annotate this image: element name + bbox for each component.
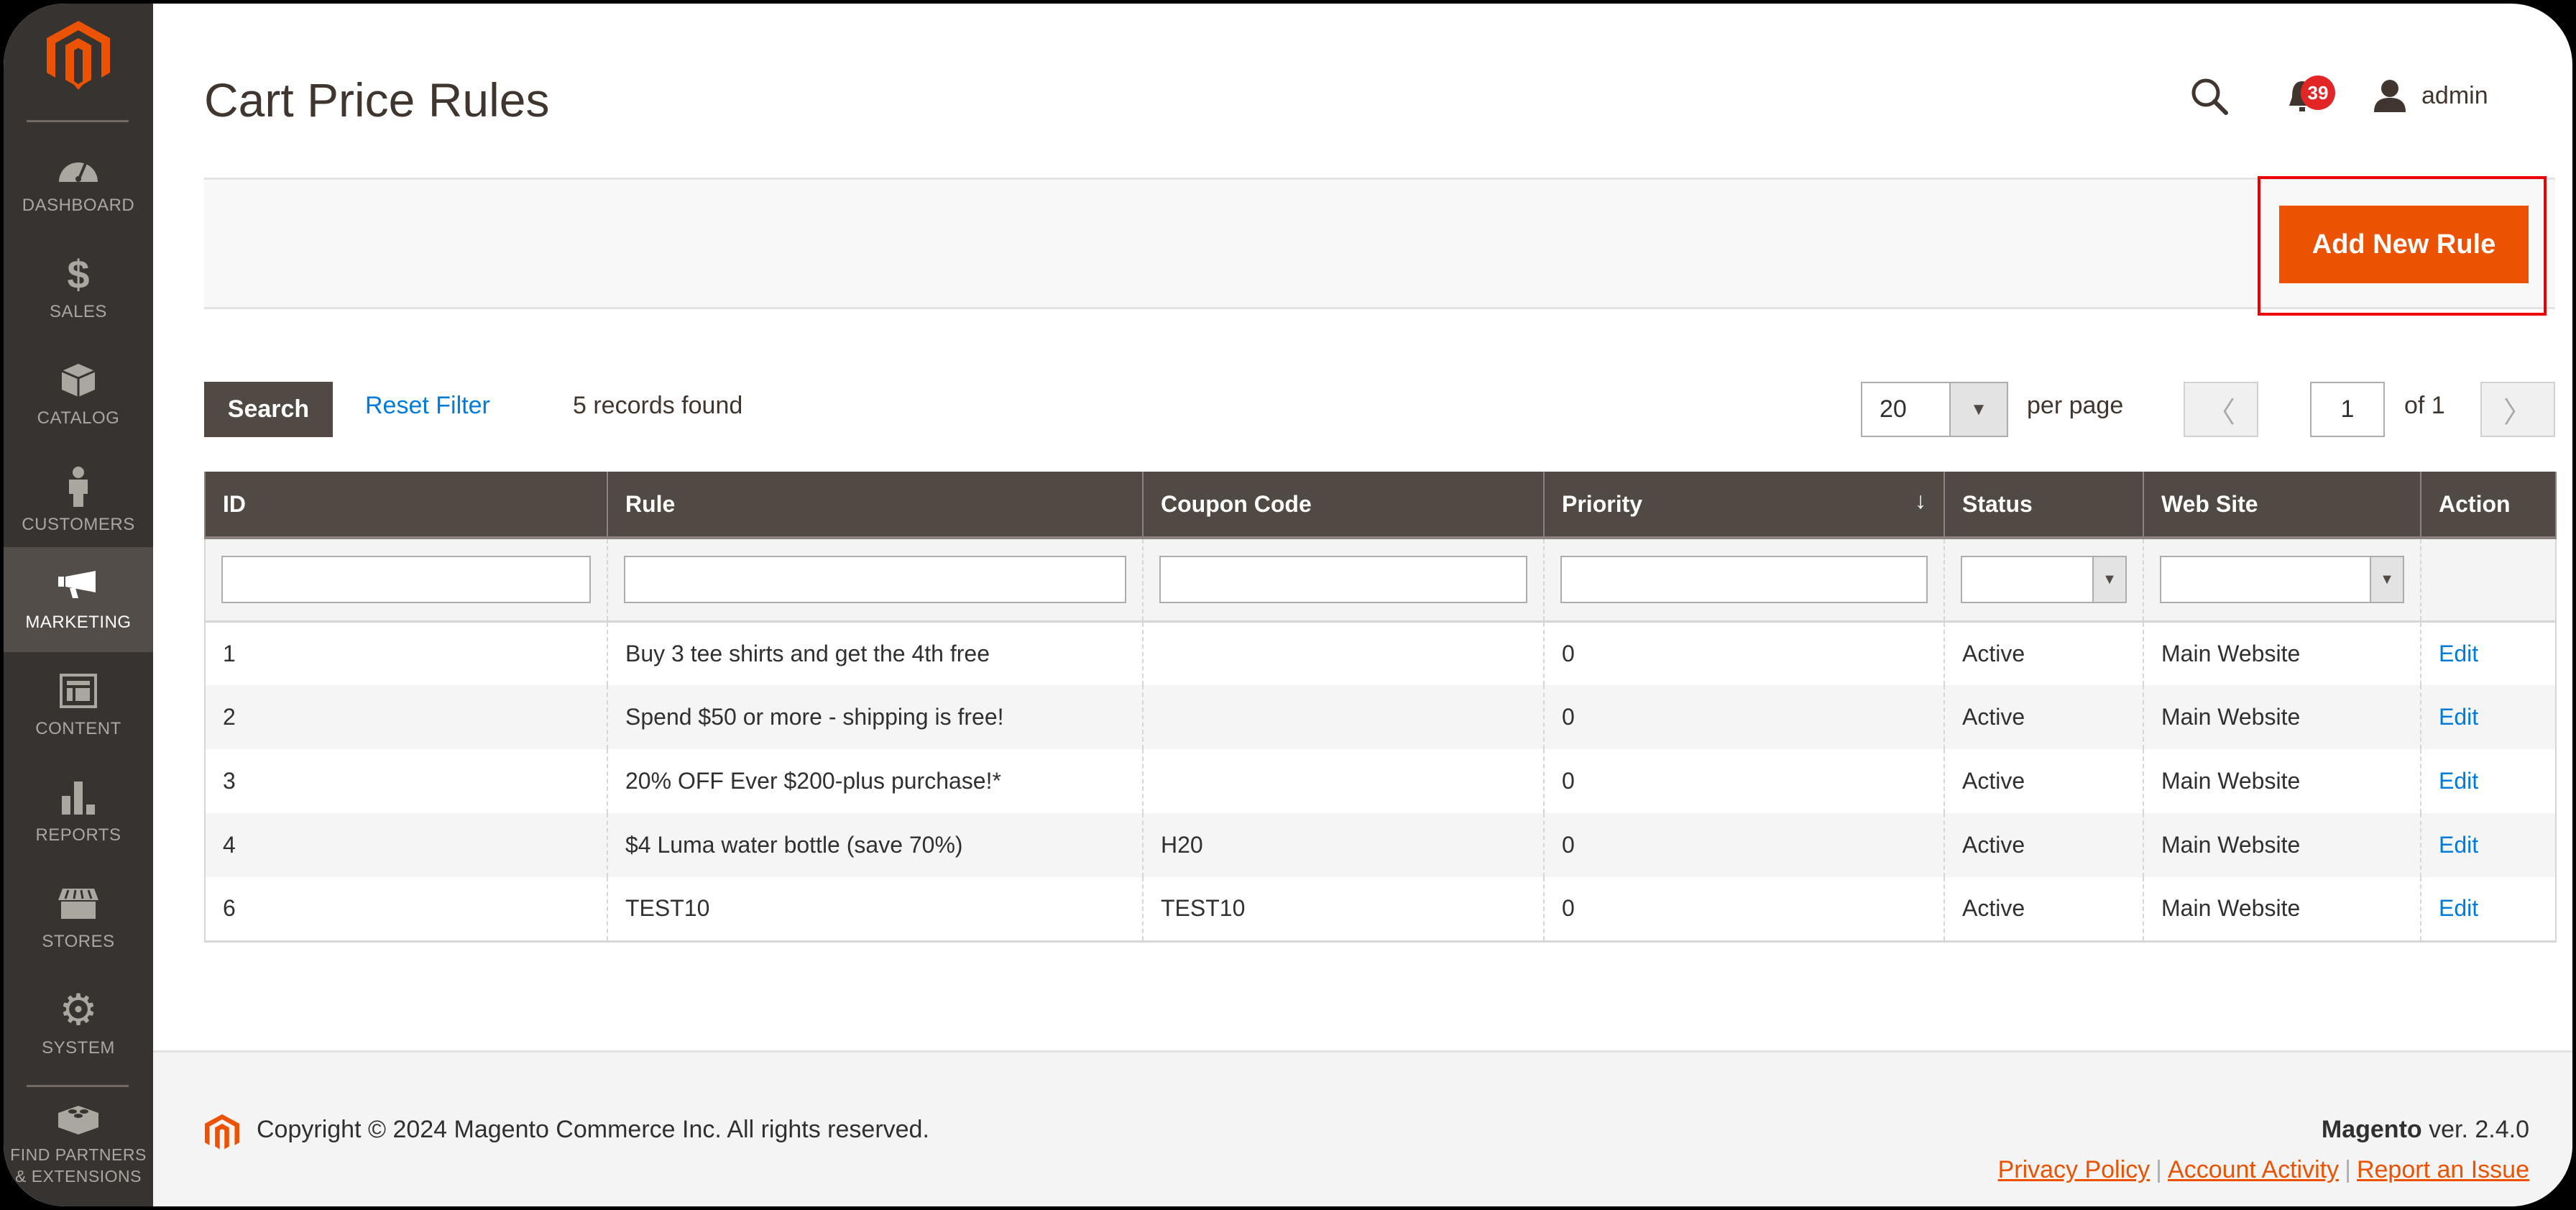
- sidebar-item-sales[interactable]: $ SALES: [4, 237, 153, 342]
- sidebar-item-content[interactable]: CONTENT: [4, 654, 153, 758]
- storefront-icon: [55, 881, 101, 927]
- current-page-input[interactable]: [2310, 382, 2385, 437]
- filter-id-input[interactable]: [221, 556, 591, 604]
- column-header-web-site[interactable]: Web Site: [2143, 472, 2421, 539]
- version-number: ver. 2.4.0: [2421, 1116, 2529, 1143]
- version-info: Magento ver. 2.4.0: [2322, 1116, 2529, 1144]
- user-menu[interactable]: admin: [2373, 74, 2488, 117]
- column-header-coupon-code[interactable]: Coupon Code: [1142, 472, 1545, 539]
- per-page-select[interactable]: 20 ▼: [1861, 382, 2008, 437]
- notification-badge[interactable]: 39: [2301, 75, 2335, 110]
- report-issue-link[interactable]: Report an Issue: [2357, 1156, 2529, 1183]
- filter-rule-input[interactable]: [624, 556, 1126, 604]
- sidebar-item-find-partners[interactable]: FIND PARTNERS & EXTENSIONS: [4, 1082, 153, 1187]
- filter-status-select[interactable]: ▼: [1961, 556, 2127, 604]
- column-header-priority[interactable]: Priority ↓: [1543, 472, 1945, 539]
- chevron-down-icon: ▼: [2370, 557, 2403, 602]
- search-button[interactable]: Search: [204, 382, 333, 437]
- privacy-policy-link[interactable]: Privacy Policy: [1998, 1156, 2150, 1183]
- add-new-rule-button[interactable]: Add New Rule: [2279, 206, 2529, 283]
- edit-link[interactable]: Edit: [2439, 641, 2478, 666]
- table-row[interactable]: 2 Spend $50 or more - shipping is free! …: [204, 685, 2557, 749]
- sidebar-item-catalog[interactable]: CATALOG: [4, 343, 153, 448]
- table-row[interactable]: 1 Buy 3 tee shirts and get the 4th free …: [204, 621, 2557, 685]
- magento-logo-icon: [205, 1114, 239, 1150]
- brand-name: Magento: [2321, 1116, 2422, 1143]
- records-found-count: 5 records found: [573, 392, 743, 419]
- table-row[interactable]: 6 TEST10 TEST10 0 Active Main Website Ed…: [204, 877, 2557, 943]
- dollar-icon: $: [67, 251, 90, 297]
- sidebar-item-system[interactable]: ⚙ SYSTEM: [4, 973, 153, 1078]
- sidebar-divider: [27, 120, 129, 122]
- app-window: DASHBOARD $ SALES CATALOG CUSTOMERS MARK…: [0, 0, 2576, 1210]
- footer-links: Privacy Policy | Account Activity | Report a…: [1997, 1156, 2529, 1183]
- filter-row: ▼ ▼: [204, 538, 2556, 623]
- magento-logo-icon[interactable]: [47, 21, 110, 90]
- table-row[interactable]: 4 $4 Luma water bottle (save 70%) H20 0 …: [204, 813, 2557, 877]
- megaphone-icon: [55, 562, 101, 608]
- chevron-down-icon[interactable]: ▼: [1949, 383, 2007, 436]
- sidebar-item-stores[interactable]: STORES: [4, 866, 153, 971]
- filter-priority-input[interactable]: [1560, 556, 1928, 604]
- person-icon: [55, 464, 101, 510]
- column-header-action: Action: [2420, 472, 2557, 539]
- sort-arrow-down-icon: ↓: [1915, 487, 1926, 513]
- chevron-right-icon: 〉: [2503, 396, 2532, 428]
- sidebar-item-dashboard[interactable]: DASHBOARD: [4, 130, 153, 235]
- edit-link[interactable]: Edit: [2439, 768, 2478, 794]
- next-page-button[interactable]: 〉: [2480, 382, 2555, 437]
- account-activity-link[interactable]: Account Activity: [2168, 1156, 2339, 1183]
- cart-price-rules-grid: ID Rule Coupon Code Priority ↓ Status Web…: [204, 472, 2557, 943]
- sidebar-item-reports[interactable]: REPORTS: [4, 760, 153, 865]
- page-actions-bar: [204, 178, 2555, 309]
- copyright-text: Copyright © 2024 Magento Commerce Inc. A…: [257, 1116, 929, 1143]
- filter-website-select[interactable]: ▼: [2160, 556, 2404, 604]
- total-pages-label: of 1: [2404, 392, 2445, 419]
- edit-link[interactable]: Edit: [2439, 895, 2478, 921]
- edit-link[interactable]: Edit: [2439, 704, 2478, 730]
- reset-filter-link[interactable]: Reset Filter: [365, 392, 490, 420]
- user-icon: [2374, 80, 2406, 112]
- user-name: admin: [2421, 81, 2488, 109]
- footer: Copyright © 2024 Magento Commerce Inc. A…: [153, 1050, 2572, 1206]
- sidebar-item-customers[interactable]: CUSTOMERS: [4, 449, 153, 554]
- per-page-label: per page: [2027, 392, 2124, 419]
- table-row[interactable]: 3 20% OFF Ever $200-plus purchase!* 0 Ac…: [204, 749, 2557, 813]
- page-title: Cart Price Rules: [204, 73, 550, 127]
- column-header-id[interactable]: ID: [204, 472, 608, 539]
- previous-page-button[interactable]: 〈: [2184, 382, 2258, 437]
- bar-chart-icon: [55, 774, 101, 820]
- layout-icon: [55, 668, 101, 714]
- chevron-down-icon: ▼: [2092, 557, 2125, 602]
- edit-link[interactable]: Edit: [2439, 832, 2478, 858]
- box-icon: [55, 357, 101, 403]
- gear-icon: ⚙: [59, 986, 98, 1034]
- chevron-left-icon: 〈: [2207, 396, 2235, 428]
- per-page-value: 20: [1880, 395, 1907, 423]
- search-icon[interactable]: [2189, 75, 2232, 119]
- lego-block-icon: [55, 1096, 101, 1140]
- filter-coupon-code-input[interactable]: [1159, 556, 1527, 604]
- column-header-status[interactable]: Status: [1944, 472, 2144, 539]
- sidebar-item-marketing[interactable]: MARKETING: [4, 547, 153, 652]
- column-header-rule[interactable]: Rule: [607, 472, 1144, 539]
- sidebar: DASHBOARD $ SALES CATALOG CUSTOMERS MARK…: [4, 4, 153, 1206]
- dashboard-icon: [55, 145, 101, 191]
